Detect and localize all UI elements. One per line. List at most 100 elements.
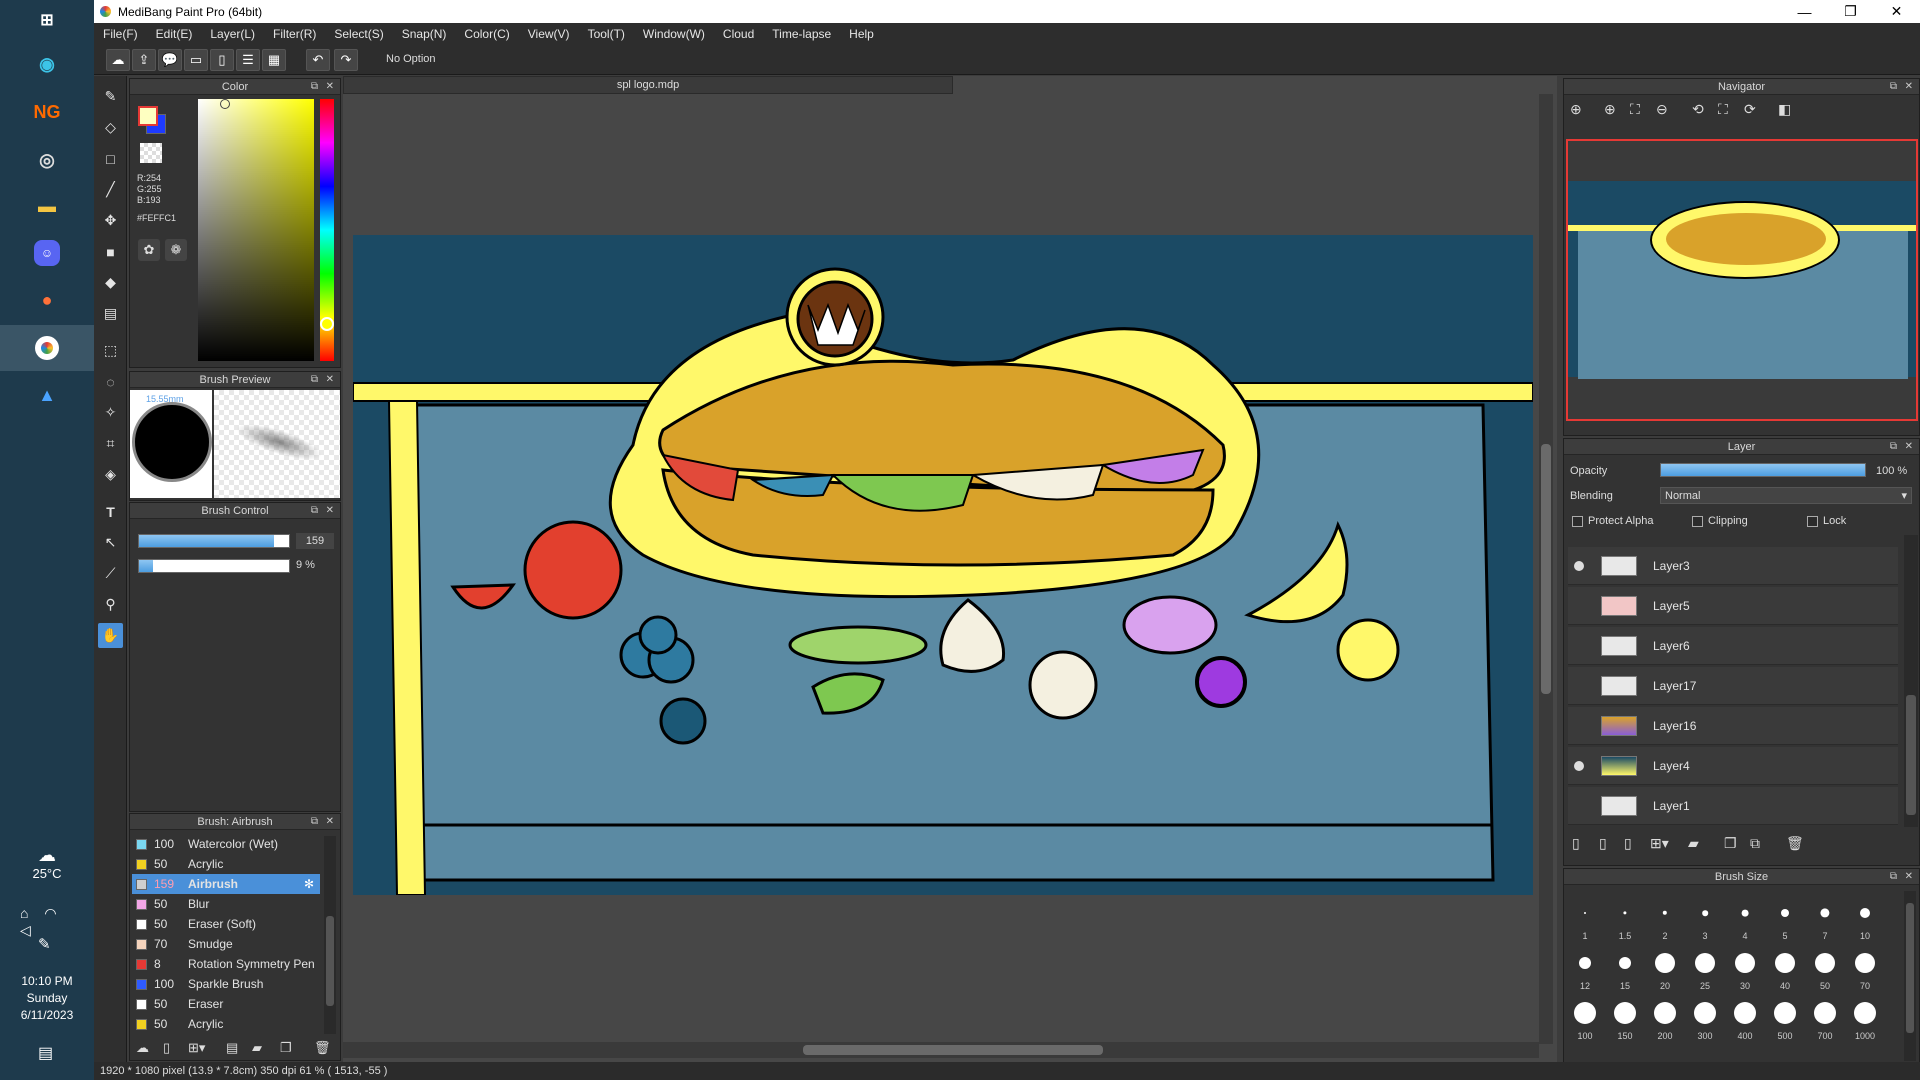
minimize-button[interactable]: — [1782,0,1827,23]
actual-size-icon[interactable]: ⛶ [1718,101,1728,118]
brush-size-option[interactable]: 50 [1806,945,1844,993]
brush-list-item[interactable]: 50 Eraser [132,994,320,1014]
blending-select[interactable]: Normal ▾ [1660,487,1912,504]
horizontal-scrollbar[interactable] [343,1042,1539,1058]
zoom-in-icon[interactable]: ⊕ [1604,101,1616,118]
menu-snap[interactable]: Snap(N) [393,23,456,45]
vertical-scrollbar[interactable] [1539,94,1553,1044]
brush-size-option[interactable]: 40 [1766,945,1804,993]
rotate-left-icon[interactable]: ⟲ [1692,101,1704,118]
line-tool-icon[interactable]: ╱ [98,177,123,202]
layer-folder-icon[interactable]: ▰ [1688,835,1699,852]
brush-list-item[interactable]: 50 Eraser (Soft) [132,914,320,934]
color-mix-icon[interactable]: ❁ [165,239,187,261]
brush-size-option[interactable]: 150 [1606,995,1644,1043]
layer-row[interactable]: Layer1 [1568,787,1898,825]
grid-icon[interactable]: ▦ [262,49,286,71]
brush-copy-icon[interactable]: ❐ [280,1040,292,1056]
file-explorer-icon[interactable]: ▬ [27,186,67,226]
brush-size-option[interactable]: 1 [1566,895,1604,943]
brush-size-option[interactable]: 300 [1686,995,1724,1043]
brush-list-item[interactable]: 8 Rotation Symmetry Pen [132,954,320,974]
shape-tool-icon[interactable]: □ [98,146,123,171]
brush-cloud-icon[interactable]: ☁ [136,1040,149,1056]
brush-size-value[interactable]: 159 [296,533,334,549]
brush-size-scrollbar[interactable] [1904,891,1916,1061]
scroll-thumb[interactable] [326,916,334,1006]
brush-size-option[interactable]: 10 [1846,895,1884,943]
zoom-icon[interactable]: ⊕ [1570,101,1582,118]
layer-visibility-icon[interactable] [1574,601,1584,611]
tray-icons[interactable]: ⌂ ◠ ◁ [20,905,80,939]
eraser-tool-icon[interactable]: ◇ [98,115,123,140]
panel-close-icon[interactable]: ✕ [326,372,334,388]
menu-cloud[interactable]: Cloud [714,23,763,45]
panel-close-icon[interactable]: ✕ [1905,439,1913,455]
pen-icon[interactable]: ✎ [38,935,51,953]
palette-icon[interactable]: ✿ [138,239,160,261]
panel-close-icon[interactable]: ✕ [1905,79,1913,95]
layer-row[interactable]: Layer3 [1568,547,1898,585]
menu-color[interactable]: Color(C) [455,23,518,45]
brush-size-option[interactable]: 700 [1806,995,1844,1043]
weather-widget[interactable]: ☁ 25°C [0,845,94,881]
undock-icon[interactable]: ⧉ [1890,79,1897,95]
artwork-canvas[interactable] [353,235,1533,895]
brush-size-option[interactable]: 200 [1646,995,1684,1043]
merge-layer-icon[interactable]: ⧉ [1750,835,1760,852]
undock-icon[interactable]: ⧉ [311,372,318,388]
brush-size-option[interactable]: 20 [1646,945,1684,993]
maximize-button[interactable]: ❐ [1828,0,1873,23]
delete-layer-icon[interactable]: 🗑 [1786,835,1804,852]
brush-list-item[interactable]: 50 Acrylic [132,854,320,874]
menu-select[interactable]: Select(S) [325,23,392,45]
menu-window[interactable]: Window(W) [634,23,714,45]
operation-tool-icon[interactable]: ↖ [98,530,123,555]
brush-size-option[interactable]: 500 [1766,995,1804,1043]
panel-close-icon[interactable]: ✕ [1905,869,1913,885]
edge-icon[interactable]: ◉ [27,44,67,84]
hue-cursor[interactable] [320,317,334,331]
panel-close-icon[interactable]: ✕ [326,503,334,519]
notification-icon[interactable]: ▤ [38,1043,53,1063]
clipping-checkbox[interactable] [1692,516,1703,527]
brush-size-scroll-thumb[interactable] [1906,903,1914,1033]
duplicate-layer-icon[interactable]: ❐ [1724,835,1737,852]
brush-tool-icon[interactable]: ✎ [98,84,123,109]
menu-timelapse[interactable]: Time-lapse [763,23,840,45]
panel-close-icon[interactable]: ✕ [326,79,334,95]
discord-icon[interactable]: ☺ [34,240,60,266]
brush-folder-icon[interactable]: ▰ [252,1040,262,1056]
brush-list-item[interactable]: 159 Airbrush ✻ [132,874,320,894]
sv-cursor[interactable] [220,99,230,109]
menu-file[interactable]: File(F) [94,23,147,45]
redo-button[interactable]: ↷ [334,49,358,71]
brush-list-item[interactable]: 70 Smudge [132,934,320,954]
hue-slider[interactable] [320,99,334,361]
undock-icon[interactable]: ⧉ [311,503,318,519]
gradient-tool-icon[interactable]: ▤ [98,301,123,326]
fit-icon[interactable]: ⛶ [1630,101,1640,118]
brush-size-option[interactable]: 1.5 [1606,895,1644,943]
brush-size-option[interactable]: 5 [1766,895,1804,943]
brush-list-item[interactable]: 50 Blur [132,894,320,914]
select-eraser-tool-icon[interactable]: ◈ [98,462,123,487]
undock-icon[interactable]: ⧉ [311,79,318,95]
add-brush-icon[interactable]: ⊞▾ [188,1040,205,1056]
brush-opacity-slider[interactable] [138,559,290,573]
windows-start-icon[interactable]: ⊞ [27,0,67,40]
brush-list-item[interactable]: 100 Sparkle Brush [132,974,320,994]
brush-size-option[interactable]: 70 [1846,945,1884,993]
new-halftone-layer-icon[interactable]: ▯ [1599,835,1607,852]
brush-list-scrollbar[interactable] [324,836,336,1034]
brush-size-option[interactable]: 400 [1726,995,1764,1043]
brush-size-option[interactable]: 7 [1806,895,1844,943]
brush-size-option[interactable]: 12 [1566,945,1604,993]
firefox-icon[interactable]: ● [27,280,67,320]
message-icon[interactable]: ▭ [184,49,208,71]
brush-size-option[interactable]: 100 [1566,995,1604,1043]
brush-settings-icon[interactable]: ▤ [226,1040,238,1056]
undock-icon[interactable]: ⧉ [311,814,318,830]
new-layer-icon[interactable]: ▯ [1572,835,1580,852]
layer-visibility-icon[interactable] [1574,801,1584,811]
